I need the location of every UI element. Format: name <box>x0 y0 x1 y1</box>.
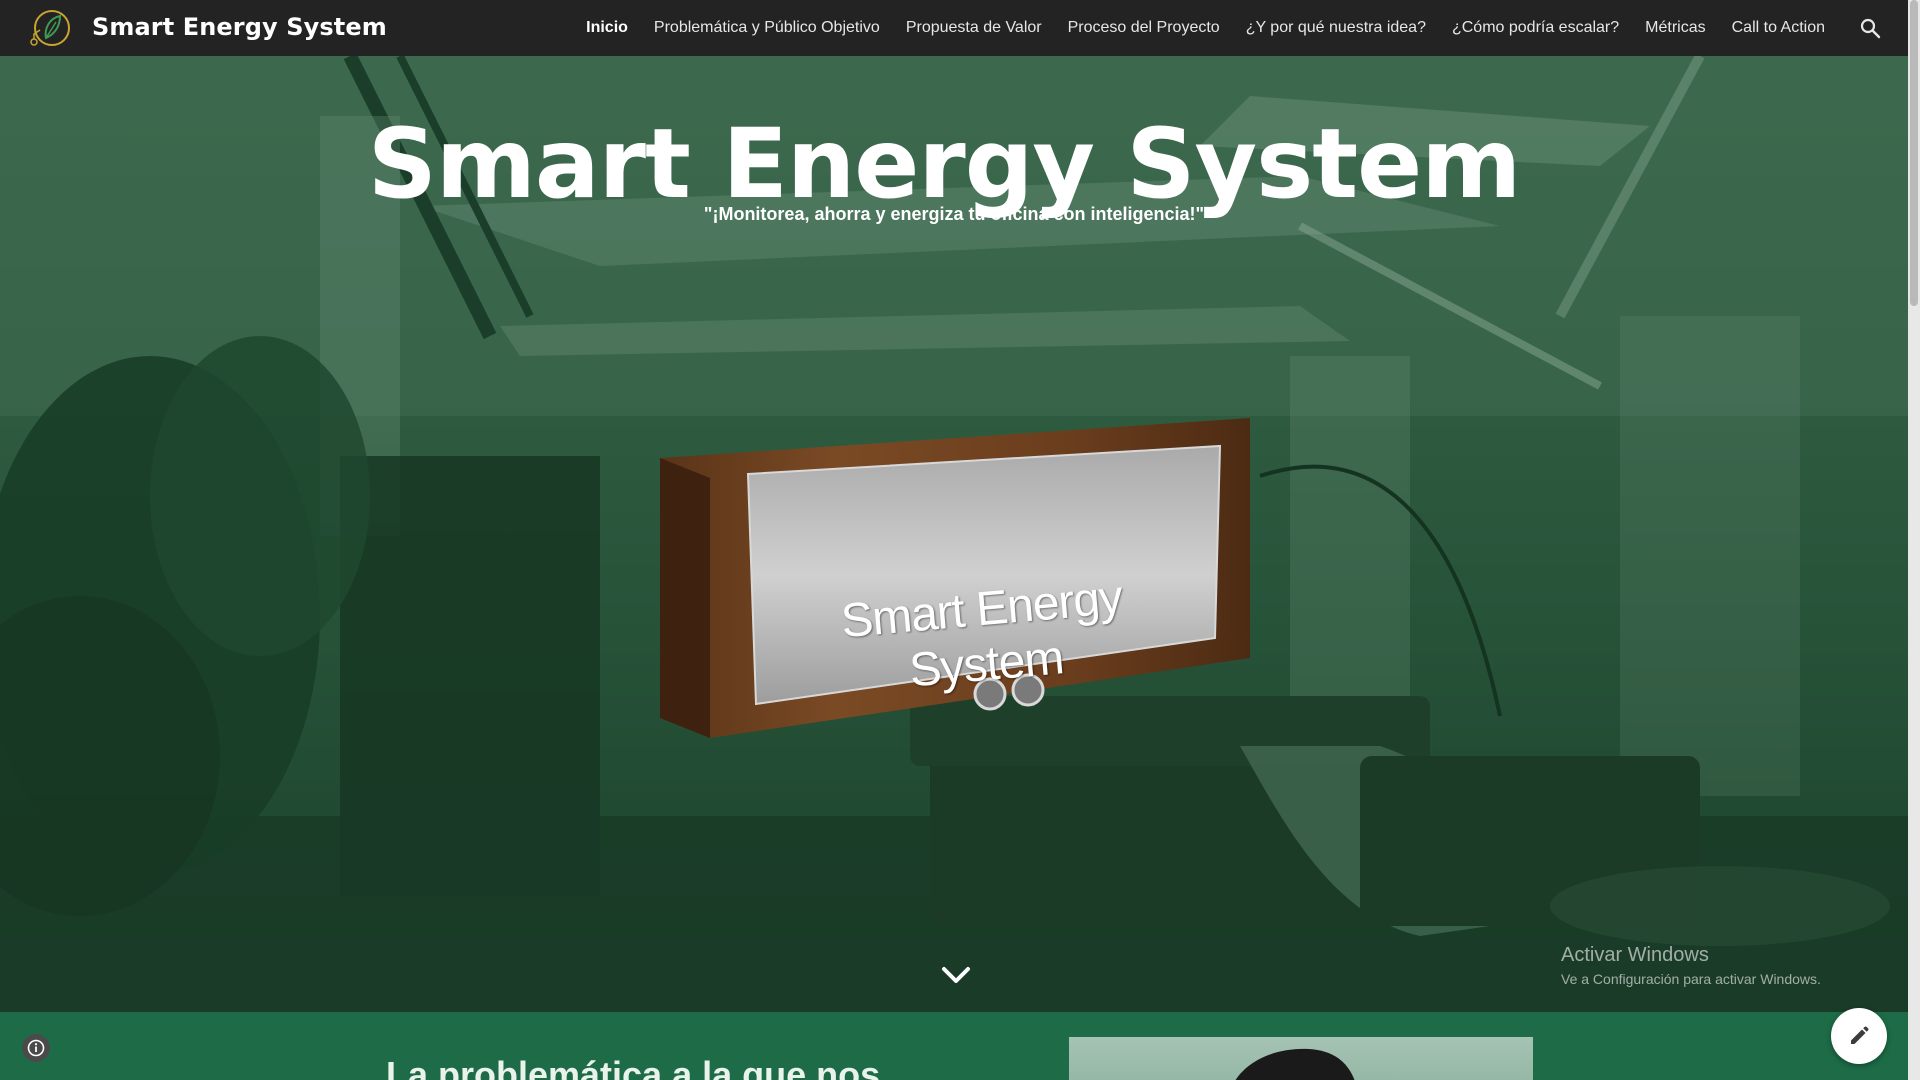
nav-item-como-podria-escalar[interactable]: ¿Cómo podría escalar? <box>1439 19 1632 37</box>
hero-section: Smart Energy System "¡Monitorea, ahorra … <box>0 56 1908 1012</box>
problem-section: La problemática a la que nos <box>0 1012 1908 1080</box>
pencil-icon <box>1851 1026 1869 1044</box>
site-title[interactable]: Smart Energy System <box>92 13 387 41</box>
hero-subtitle: "¡Monitorea, ahorra y energiza tu oficin… <box>703 204 1205 224</box>
person-photo <box>1235 1048 1355 1080</box>
main-nav: Inicio Problemática y Público Objetivo P… <box>573 0 1838 56</box>
wooden-sign-image: Smart Energy System <box>660 418 1250 798</box>
watermark-title: Activar Windows <box>1561 944 1709 966</box>
nav-item-inicio[interactable]: Inicio <box>573 19 641 37</box>
chevron-down-icon[interactable] <box>940 964 972 986</box>
nav-item-propuesta-de-valor[interactable]: Propuesta de Valor <box>893 19 1055 37</box>
nav-item-call-to-action[interactable]: Call to Action <box>1719 19 1838 37</box>
page-scrollbar[interactable] <box>1908 0 1920 1080</box>
nav-item-por-que-nuestra-idea[interactable]: ¿Y por qué nuestra idea? <box>1233 19 1439 37</box>
watermark-subtitle: Ve a Configuración para activar Windows. <box>1561 971 1821 987</box>
search-icon[interactable] <box>1858 16 1882 40</box>
nav-item-problematica[interactable]: Problemática y Público Objetivo <box>641 19 893 37</box>
nav-item-proceso-del-proyecto[interactable]: Proceso del Proyecto <box>1055 19 1233 37</box>
top-navigation-bar: Smart Energy System Inicio Problemática … <box>0 0 1908 56</box>
edit-button[interactable] <box>1831 1008 1887 1064</box>
info-button[interactable] <box>22 1034 50 1062</box>
leaf-bulb-logo-icon[interactable] <box>28 8 74 48</box>
info-icon <box>27 1039 45 1057</box>
windows-activation-watermark: Activar Windows Ve a Configuración para … <box>1561 944 1821 987</box>
problem-section-heading: La problemática a la que nos <box>386 1054 881 1080</box>
scrollbar-thumb[interactable] <box>1910 0 1918 306</box>
problem-section-image <box>1069 1037 1533 1080</box>
nav-item-metricas[interactable]: Métricas <box>1632 19 1718 37</box>
